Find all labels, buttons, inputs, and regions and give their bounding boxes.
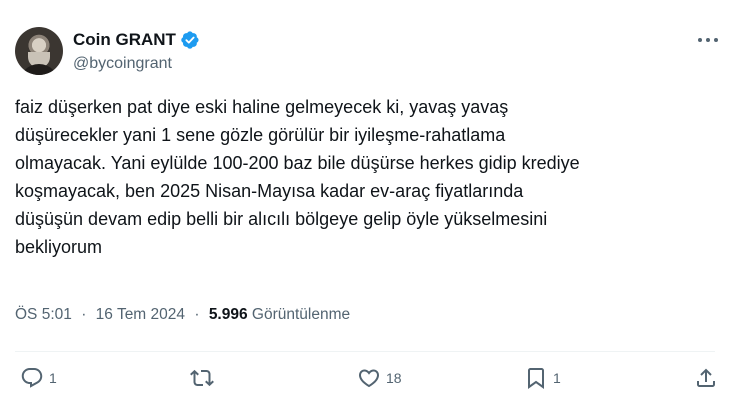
bookmark-button[interactable]: 1 [524, 366, 561, 390]
author-handle[interactable]: @bycoingrant [73, 55, 172, 73]
views-count: 5.996 [208, 306, 248, 323]
tweet-text-line: düşüşün devam edip belli bir alıcılı böl… [15, 209, 548, 229]
share-button[interactable] [694, 366, 718, 390]
like-button[interactable]: 18 [357, 366, 402, 390]
avatar[interactable] [15, 27, 63, 75]
tweet-time[interactable]: ÖS 5:01 [15, 306, 72, 323]
retweet-icon [190, 369, 214, 387]
meta-separator: · [81, 306, 87, 323]
tweet-meta: ÖS 5:01 · 16 Tem 2024 · 5.996 Görüntülen… [15, 306, 350, 324]
tweet-text-line: faiz düşerken pat diye eski haline gelme… [15, 97, 509, 117]
tweet-date[interactable]: 16 Tem 2024 [96, 306, 185, 323]
meta-separator: · [194, 306, 200, 323]
author-name-row: Coin GRANT [73, 30, 200, 50]
views-label: Görüntülenme [251, 306, 351, 323]
reply-button[interactable]: 1 [20, 366, 57, 390]
tweet-text-line: bekliyorum [15, 237, 103, 257]
tweet-card: Coin GRANT @bycoingrant faiz düşerken pa… [0, 0, 730, 420]
tweet-text-line: koşmayacak, ben 2025 Nisan-Mayısa kadar … [15, 181, 524, 201]
divider [15, 351, 715, 352]
retweet-button[interactable] [190, 366, 219, 390]
reply-icon [21, 368, 43, 388]
reply-count: 1 [49, 370, 57, 386]
share-icon [697, 368, 715, 387]
author-display-name[interactable]: Coin GRANT [73, 30, 176, 50]
tweet-text-line: düşürecekler yani 1 sene gözle görülür b… [15, 125, 506, 145]
like-icon [358, 369, 380, 388]
like-count: 18 [386, 370, 402, 386]
more-icon[interactable] [694, 30, 722, 50]
verified-icon [180, 30, 200, 50]
tweet-text: faiz düşerken pat diye eski haline gelme… [15, 93, 715, 261]
bookmark-icon [528, 368, 544, 389]
tweet-text-line: olmayacak. Yani eylülde 100-200 baz bile… [15, 153, 580, 173]
bookmark-count: 1 [553, 370, 561, 386]
